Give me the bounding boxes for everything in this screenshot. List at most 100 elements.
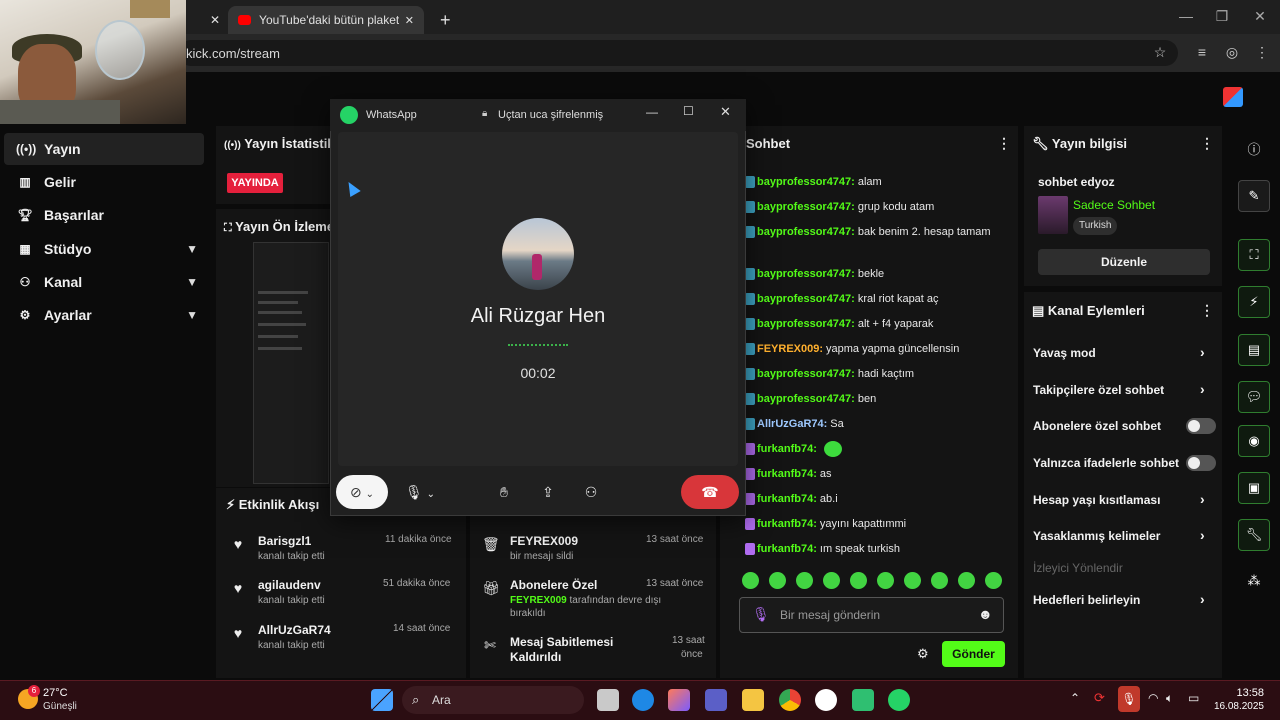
emote-icon[interactable]	[769, 572, 786, 589]
chat-username[interactable]: bayprofessor4747:	[757, 368, 855, 380]
sidebar-item-gelir[interactable]: ▥ Gelir	[4, 166, 204, 198]
emote-icon[interactable]	[850, 572, 867, 589]
url-text[interactable]: kick.com/stream	[186, 46, 280, 61]
chevron-up-icon[interactable]: ⌃	[1070, 691, 1080, 705]
teams-icon[interactable]	[705, 689, 727, 711]
chat-username[interactable]: FEYREX009:	[757, 343, 823, 355]
chat-input[interactable]: 🎙︎ Bir mesaj gönderin ☻	[739, 597, 1004, 633]
followers-only-label[interactable]: Takipçilere özel sohbet	[1033, 383, 1164, 397]
sidebar-item-ayarlar[interactable]: ⚙ Ayarlar ▼	[4, 299, 204, 331]
scan-icon[interactable]: ⛶	[1238, 239, 1270, 271]
microphone-button[interactable]: 🎙︎ ⌄	[394, 475, 446, 509]
windows-start-icon[interactable]	[371, 689, 393, 711]
broadcast-icon[interactable]: ◉	[1238, 425, 1270, 457]
slow-mode-label[interactable]: Yavaş mod	[1033, 346, 1096, 360]
account-age-label[interactable]: Hesap yaşı kısıtlaması	[1033, 493, 1160, 507]
notes-icon[interactable]: ▤	[1238, 334, 1270, 366]
app-icon[interactable]	[852, 689, 874, 711]
browser-tab-youtube[interactable]: YouTube'daki bütün plaketler n ✕	[228, 6, 424, 34]
share-screen-button[interactable]: ⇪	[534, 475, 562, 509]
battery-icon[interactable]: ▭	[1188, 691, 1199, 705]
emote-icon[interactable]	[985, 572, 1002, 589]
emotes-only-toggle[interactable]	[1186, 455, 1216, 471]
volume-icon[interactable]: 🔈︎	[1166, 691, 1173, 706]
chevron-right-icon[interactable]: ›	[1200, 344, 1205, 360]
sync-icon[interactable]: ⟳	[1094, 690, 1105, 706]
site-logo[interactable]	[1223, 87, 1243, 107]
task-view-icon[interactable]	[597, 689, 619, 711]
channel-icon[interactable]: ▣	[1238, 472, 1270, 504]
emote-icon[interactable]	[877, 572, 894, 589]
microphone-icon[interactable]: 🎙︎	[752, 606, 770, 623]
emote-icon[interactable]	[931, 572, 948, 589]
wrench-icon[interactable]: 🔧︎	[1238, 519, 1270, 551]
clock-time[interactable]: 13:58	[1220, 687, 1264, 699]
chevron-right-icon[interactable]: ›	[1200, 591, 1205, 607]
chat-settings-icon[interactable]: ⚙	[917, 646, 929, 662]
lightning-icon[interactable]: ⚡︎	[1238, 286, 1270, 318]
raise-hand-button[interactable]: ✋︎	[490, 475, 518, 509]
chat-username[interactable]: bayprofessor4747:	[757, 268, 855, 280]
maximize-icon[interactable]: ☐	[683, 104, 694, 118]
sidebar-item-kanal[interactable]: ⚇ Kanal ▼	[4, 266, 204, 298]
chat-username[interactable]: bayprofessor4747:	[757, 226, 855, 238]
end-call-button[interactable]: ☎︎	[681, 475, 739, 509]
profile-icon[interactable]: ◎	[1223, 44, 1241, 62]
chat-username[interactable]: furkanfb74:	[757, 518, 817, 530]
stream-preview-video[interactable]	[253, 242, 329, 484]
sidebar-item-basarilar[interactable]: 🏆︎ Başarılar	[4, 199, 204, 231]
chat-username[interactable]: bayprofessor4747:	[757, 393, 855, 405]
whatsapp-taskbar-icon[interactable]	[888, 689, 910, 711]
more-options-icon[interactable]: ⋮	[1200, 135, 1214, 152]
maximize-icon[interactable]: ❐	[1212, 8, 1232, 26]
edit-icon[interactable]: ✎	[1238, 180, 1270, 212]
minimize-icon[interactable]: —	[646, 105, 658, 119]
wifi-icon[interactable]: ◠	[1148, 691, 1158, 705]
new-tab-icon[interactable]: +	[430, 6, 461, 34]
chat-username[interactable]: furkanfb74:	[757, 543, 817, 555]
chat-username[interactable]: furkanfb74:	[757, 493, 817, 505]
menu-icon[interactable]: ⋮	[1253, 44, 1271, 62]
chat-username[interactable]: bayprofessor4747:	[757, 176, 855, 188]
chat-username[interactable]: furkanfb74:	[757, 443, 817, 455]
chat-bubble-icon[interactable]: 💬︎	[1238, 381, 1270, 413]
clock-date[interactable]: 16.08.2025	[1206, 701, 1264, 712]
emote-icon[interactable]	[742, 572, 759, 589]
emote-icon[interactable]	[904, 572, 921, 589]
category-link[interactable]: Sadece Sohbet	[1073, 198, 1155, 212]
edit-button[interactable]: Düzenle	[1038, 249, 1210, 275]
chevron-right-icon[interactable]: ›	[1200, 527, 1205, 543]
info-icon[interactable]: ⓘ	[1244, 139, 1264, 159]
subscribers-only-toggle[interactable]	[1186, 418, 1216, 434]
close-icon[interactable]: ✕	[720, 104, 731, 120]
more-options-icon[interactable]: ⋮	[997, 135, 1011, 152]
camera-toggle-button[interactable]: ⊘ ⌄	[336, 475, 388, 509]
media-icon[interactable]: ≡	[1193, 44, 1211, 62]
send-button[interactable]: Gönder	[942, 641, 1005, 667]
minimize-icon[interactable]: —	[1176, 8, 1196, 26]
add-participant-button[interactable]: ⚇	[577, 475, 605, 509]
sidebar-item-studyo[interactable]: ▦ Stüdyo ▼	[4, 233, 204, 265]
chat-username[interactable]: bayprofessor4747:	[757, 293, 855, 305]
sidebar-item-yayin[interactable]: ((•)) Yayın	[4, 133, 204, 165]
chat-username[interactable]: bayprofessor4747:	[757, 201, 855, 213]
emoji-icon[interactable]: ☻	[978, 606, 993, 622]
yandex-icon[interactable]	[815, 689, 837, 711]
emote-icon[interactable]	[958, 572, 975, 589]
tab-close-icon[interactable]: ✕	[200, 6, 226, 34]
emote-icon[interactable]	[823, 572, 840, 589]
banned-words-label[interactable]: Yasaklanmış kelimeler	[1033, 529, 1160, 543]
file-explorer-icon[interactable]	[742, 689, 764, 711]
more-options-icon[interactable]: ⋮	[1200, 302, 1214, 319]
set-goals-label[interactable]: Hedefleri belirleyin	[1033, 593, 1140, 607]
chrome-icon[interactable]	[779, 689, 801, 711]
emote-icon[interactable]	[796, 572, 813, 589]
star-icon[interactable]: ☆	[1151, 44, 1169, 62]
copilot-icon[interactable]	[668, 689, 690, 711]
close-icon[interactable]: ✕	[1250, 8, 1270, 26]
connections-icon[interactable]: ⁂	[1244, 573, 1264, 593]
tab-close-icon[interactable]: ✕	[405, 14, 414, 27]
chevron-right-icon[interactable]: ›	[1200, 491, 1205, 507]
chat-username[interactable]: bayprofessor4747:	[757, 318, 855, 330]
address-bar[interactable]	[178, 40, 1178, 66]
